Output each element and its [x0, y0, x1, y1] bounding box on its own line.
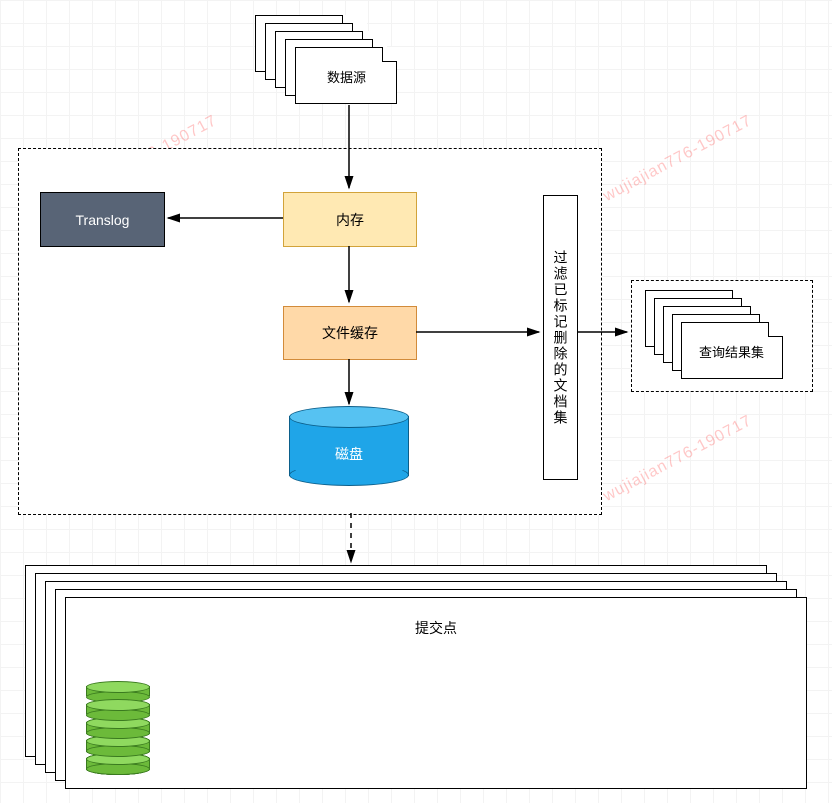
segment-chart — [86, 653, 786, 773]
file-cache-label: 文件缓存 — [322, 323, 378, 343]
file-cache-box: 文件缓存 — [283, 306, 417, 360]
data-source-stack: 数据源 — [255, 15, 415, 110]
commit-sheet-front: 提交点 — [65, 597, 807, 789]
commit-sheet-stack: 提交点 — [25, 565, 815, 790]
disk-label: 磁盘 — [289, 444, 409, 464]
disk-cylinder: 磁盘 — [289, 406, 409, 486]
query-result-stack: 查询结果集 — [645, 290, 805, 385]
translog-box: Translog — [40, 192, 165, 247]
filter-box: 过滤已标记删除的文档集 — [543, 195, 578, 480]
data-source-label: 数据源 — [327, 67, 366, 86]
translog-label: Translog — [76, 212, 130, 228]
memory-box: 内存 — [283, 192, 417, 247]
memory-label: 内存 — [336, 210, 364, 230]
commit-point-label: 提交点 — [66, 618, 806, 638]
query-result-label: 查询结果集 — [699, 342, 764, 361]
filter-label: 过滤已标记删除的文档集 — [551, 250, 571, 426]
